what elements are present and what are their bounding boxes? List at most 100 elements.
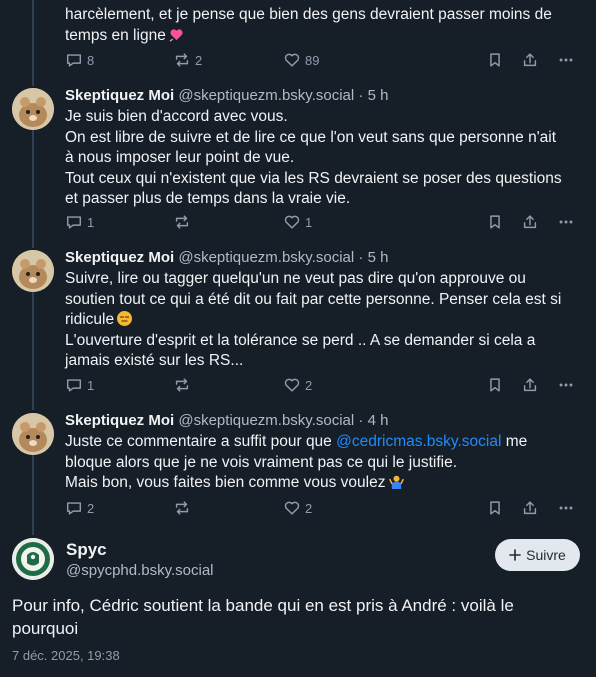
- post-text: Je suis bien d'accord avec vous. On est …: [65, 107, 585, 210]
- bookmark-button[interactable]: [486, 499, 504, 517]
- post-text: Pour info, Cédric soutient la bande qui …: [12, 596, 514, 638]
- author-handle[interactable]: @skeptiquezm.bsky.social: [178, 87, 354, 104]
- post-text-line: Tout ceux qui n'existent que via les RS …: [65, 169, 562, 187]
- post-text: harcèlement, et je pense que bien des ge…: [65, 5, 585, 46]
- repost-button[interactable]: [173, 499, 195, 517]
- bookmark-button[interactable]: [486, 51, 504, 69]
- post-text-line: jamais existé sur les RS...: [65, 352, 244, 369]
- heart-icon: [284, 378, 300, 392]
- post-header: Skeptiquez Moi @skeptiquezm.bsky.social …: [65, 87, 389, 104]
- share-button[interactable]: [521, 51, 539, 69]
- author-handle[interactable]: @spycphd.bsky.social: [66, 562, 214, 579]
- share-button[interactable]: [521, 213, 539, 231]
- author-name[interactable]: Skeptiquez Moi: [65, 412, 174, 429]
- thread-line: [32, 292, 34, 410]
- reply-button[interactable]: 8: [65, 51, 94, 69]
- post-header: Skeptiquez Moi @skeptiquezm.bsky.social …: [65, 249, 389, 266]
- like-button[interactable]: 89: [283, 51, 319, 69]
- repost-count: 2: [195, 52, 203, 68]
- share-button[interactable]: [521, 376, 539, 394]
- author-handle[interactable]: @skeptiquezm.bsky.social: [178, 412, 354, 429]
- post-time[interactable]: 5 h: [368, 87, 389, 104]
- post-actions: 1 2: [65, 376, 580, 396]
- more-icon: [559, 220, 573, 224]
- author-handle[interactable]: @skeptiquezm.bsky.social: [178, 249, 354, 266]
- bookmark-button[interactable]: [486, 376, 504, 394]
- heart-emoji: [169, 27, 184, 42]
- post-actions: 2 2: [65, 499, 580, 519]
- reply-icon: [66, 54, 82, 67]
- mention-link[interactable]: @cedricmas.bsky.social: [336, 433, 501, 450]
- reply-count: 2: [87, 500, 95, 516]
- repost-button[interactable]: [173, 213, 195, 231]
- thread-line: [32, 0, 34, 86]
- post-text: Suivre, lire ou tagger quelqu'un ne veut…: [65, 269, 585, 372]
- follow-button[interactable]: Suivre: [495, 539, 580, 571]
- expressionless-emoji: [117, 311, 133, 326]
- author-name[interactable]: Spyc: [66, 540, 107, 560]
- avatar[interactable]: [12, 413, 54, 455]
- more-icon: [559, 506, 573, 510]
- share-icon: [523, 501, 537, 515]
- more-icon: [559, 58, 573, 62]
- like-button[interactable]: 2: [283, 376, 312, 394]
- post-text-line: à nous imposer leur point de vue.: [65, 149, 295, 166]
- heart-icon: [284, 215, 300, 229]
- more-options-button[interactable]: [557, 213, 575, 231]
- bookmark-icon: [490, 215, 500, 229]
- repost-icon: [175, 215, 189, 229]
- avatar[interactable]: [12, 250, 54, 292]
- share-icon: [523, 215, 537, 229]
- reply-button[interactable]: 1: [65, 213, 94, 231]
- repost-button[interactable]: 2: [173, 51, 202, 69]
- follow-label: Suivre: [526, 547, 566, 563]
- heart-icon: [284, 53, 300, 67]
- author-name[interactable]: Skeptiquez Moi: [65, 249, 174, 266]
- shrug-emoji: [388, 474, 404, 489]
- more-options-button[interactable]: [557, 51, 575, 69]
- share-icon: [523, 378, 537, 392]
- reply-button[interactable]: 2: [65, 499, 94, 517]
- post-text-line: Mais bon, vous faites bien comme vous vo…: [65, 474, 386, 491]
- post-text-line: temps en ligne: [65, 26, 166, 44]
- post-text-segment: me: [501, 433, 528, 450]
- avatar[interactable]: [12, 538, 54, 580]
- like-button[interactable]: 2: [283, 499, 312, 517]
- bookmark-icon: [490, 378, 500, 392]
- author-name[interactable]: Skeptiquez Moi: [65, 87, 174, 104]
- reply-icon: [66, 502, 82, 515]
- share-button[interactable]: [521, 499, 539, 517]
- post-text-line: soutien tout ce qui a été dit ou fait pa…: [65, 290, 562, 308]
- heart-icon: [284, 501, 300, 515]
- share-icon: [523, 53, 537, 67]
- reply-count: 8: [87, 52, 95, 68]
- plus-icon: [509, 549, 521, 561]
- post-actions: 8 2 89: [65, 51, 580, 71]
- post-time[interactable]: 4 h: [368, 412, 389, 429]
- post-text-line: ridicule: [65, 311, 115, 328]
- post-actions: 1 1: [65, 213, 580, 233]
- repost-icon: [175, 53, 189, 67]
- post-text-line: L'ouverture d'esprit et la tolérance se …: [65, 331, 536, 349]
- reply-icon: [66, 216, 82, 229]
- repost-icon: [175, 501, 189, 515]
- bookmark-button[interactable]: [486, 213, 504, 231]
- post-text-line: Suivre, lire ou tagger quelqu'un ne veut…: [65, 270, 526, 287]
- more-icon: [559, 383, 573, 387]
- reply-icon: [66, 379, 82, 392]
- post-text-line: Je suis bien d'accord avec vous.: [65, 108, 288, 125]
- like-count: 1: [305, 214, 313, 230]
- repost-button[interactable]: [173, 376, 195, 394]
- post-time[interactable]: 5 h: [368, 249, 389, 266]
- like-count: 2: [305, 500, 313, 516]
- post-date[interactable]: 7 déc. 2025, 19:38: [12, 648, 120, 663]
- post-text-line: harcèlement, et je pense que bien des ge…: [65, 6, 552, 23]
- more-options-button[interactable]: [557, 376, 575, 394]
- reply-count: 1: [87, 214, 95, 230]
- more-options-button[interactable]: [557, 499, 575, 517]
- like-button[interactable]: 1: [283, 213, 312, 231]
- avatar[interactable]: [12, 88, 54, 130]
- post-text-line: On est libre de suivre et de lire ce que…: [65, 128, 557, 146]
- reply-button[interactable]: 1: [65, 376, 94, 394]
- like-count: 89: [305, 52, 320, 68]
